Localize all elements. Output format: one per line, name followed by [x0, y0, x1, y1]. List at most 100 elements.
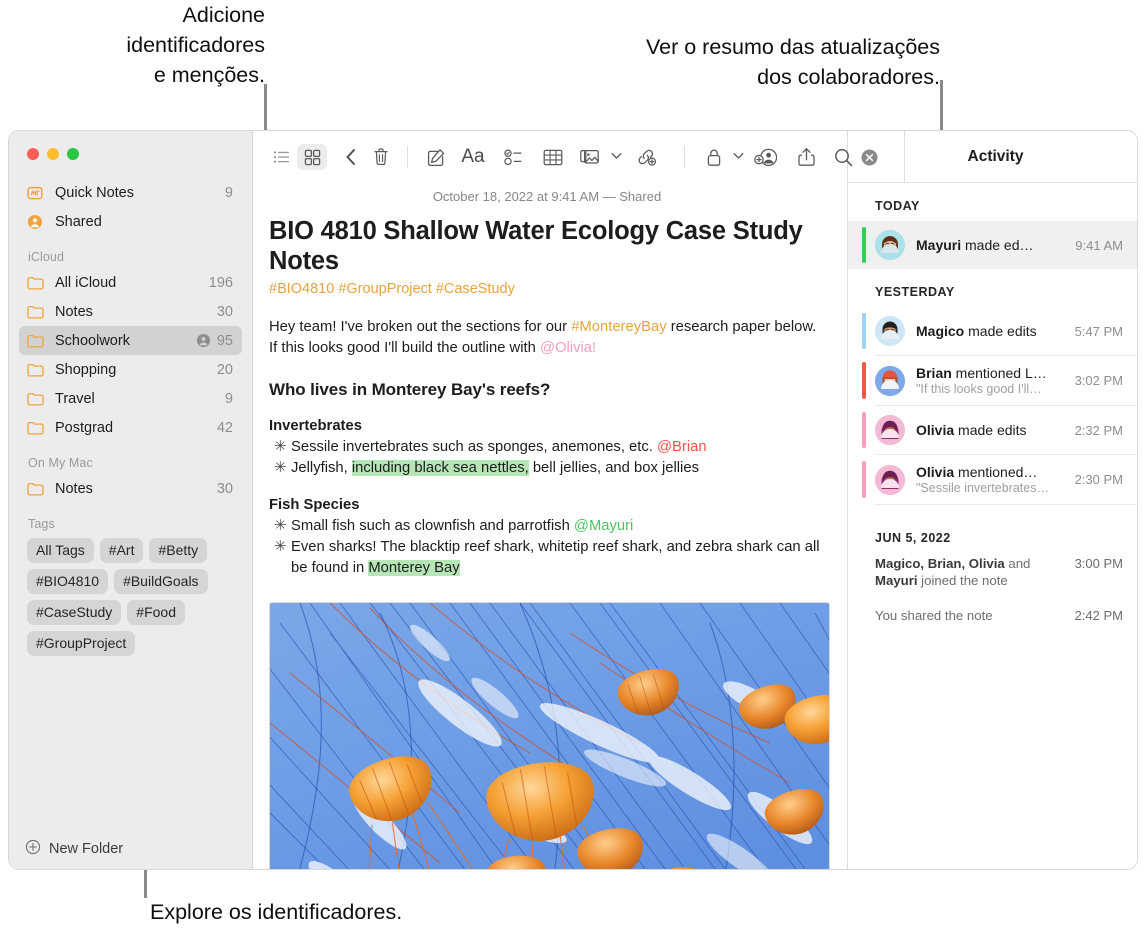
avatar [875, 415, 905, 445]
new-folder-button[interactable]: New Folder [9, 829, 252, 869]
maximize-button[interactable] [67, 148, 79, 160]
tag-chip-food[interactable]: #Food [127, 600, 185, 625]
mention-brian[interactable]: @Brian [657, 439, 707, 455]
checklist-icon[interactable] [493, 144, 533, 170]
activity-joined-text: Magico, Brian, Olivia and Mayuri joined … [875, 555, 1067, 589]
add-collaborator-icon[interactable] [744, 144, 786, 170]
format-aa-icon[interactable]: Aa [453, 144, 493, 170]
activity-shared-text: You shared the note [875, 607, 1067, 624]
sidebar-item-quick-notes[interactable]: Quick Notes 9 [19, 178, 242, 207]
note-body[interactable]: October 18, 2022 at 9:41 AM — Shared BIO… [253, 183, 847, 869]
activity-item-action: made ed… [961, 237, 1033, 253]
sidebar-item-notes-local[interactable]: Notes 30 [19, 474, 242, 503]
activity-header-divider [904, 131, 905, 183]
sidebar-item-all-icloud[interactable]: All iCloud 196 [19, 268, 242, 297]
notes-window: Quick Notes 9 Shared [8, 130, 1138, 870]
activity-joined-mid: and [1005, 556, 1031, 571]
tag-chip-betty[interactable]: #Betty [149, 538, 207, 563]
activity-color-bar [862, 412, 866, 448]
lock-icon[interactable] [699, 144, 729, 170]
folder-icon [27, 334, 47, 348]
link-add-icon[interactable] [622, 144, 670, 170]
activity-item-time: 3:00 PM [1075, 555, 1123, 572]
activity-title: Activity [848, 148, 1137, 166]
share-icon[interactable] [786, 144, 826, 170]
sidebar-item-notes-icloud[interactable]: Notes 30 [19, 297, 242, 326]
toolbar-divider [407, 146, 408, 168]
sidebar-item-label: Notes [55, 304, 211, 320]
activity-item-quote: "If this looks good I'll… [916, 382, 1067, 396]
sidebar-item-schoolwork[interactable]: Schoolwork 95 [19, 326, 242, 355]
folder-icon [27, 421, 47, 435]
activity-item-joined-note: Magico, Brian, Olivia and Mayuri joined … [848, 553, 1137, 599]
activity-joined-name2: Mayuri [875, 573, 918, 588]
list-view-icon[interactable] [267, 144, 297, 170]
shared-folder-badge-icon [196, 333, 211, 348]
intro-part1: Hey team! I've broken out the sections f… [269, 319, 571, 335]
bullet-text: Sessile invertebrates such as sponges, a… [291, 439, 657, 455]
list-item: ✳ Small fish such as clownfish and parro… [269, 516, 825, 537]
sidebar-item-count: 42 [217, 420, 233, 436]
compose-icon[interactable] [419, 144, 453, 170]
activity-item-time: 3:02 PM [1075, 373, 1123, 388]
sidebar-item-label: All iCloud [55, 275, 203, 291]
gallery-view-icon[interactable] [297, 144, 327, 170]
close-button[interactable] [27, 148, 39, 160]
activity-item-olivia-edits[interactable]: Olivia made edits 2:32 PM [848, 406, 1137, 454]
media-chevron-down-icon[interactable] [611, 152, 622, 163]
quick-note-icon [27, 185, 47, 201]
activity-item-time: 2:42 PM [1075, 607, 1123, 624]
back-chevron-icon[interactable] [336, 144, 366, 170]
tag-chip-casestudy[interactable]: #CaseStudy [27, 600, 121, 625]
folder-icon [27, 305, 47, 319]
activity-item-time: 2:30 PM [1075, 472, 1123, 487]
bullet-star-icon: ✳ [269, 437, 291, 458]
note-intro-paragraph: Hey team! I've broken out the sections f… [269, 299, 825, 359]
activity-item-olivia-mentioned[interactable]: Olivia mentioned… "Sessile invertebrates… [848, 455, 1137, 504]
tag-chip-groupproject[interactable]: #GroupProject [27, 631, 135, 656]
table-icon[interactable] [533, 144, 573, 170]
activity-item-brian-mentioned[interactable]: Brian mentioned L… "If this looks good I… [848, 356, 1137, 405]
note-pane: Aa [253, 131, 847, 869]
activity-item-magico-edits[interactable]: Magico made edits 5:47 PM [848, 307, 1137, 355]
activity-item-text: Brian mentioned L… "If this looks good I… [916, 365, 1067, 396]
lock-chevron-down-icon[interactable] [733, 152, 744, 163]
mention-olivia[interactable]: @Olivia! [540, 340, 596, 356]
sidebar-item-label: Shopping [55, 362, 211, 378]
activity-item-name: Brian [916, 365, 952, 381]
activity-item-line1: Magico made edits [916, 323, 1067, 339]
callout-view-activity: Ver o resumo das atualizações dos colabo… [520, 32, 940, 92]
activity-item-line1: Olivia made edits [916, 422, 1067, 438]
note-title: BIO 4810 Shallow Water Ecology Case Stud… [269, 216, 825, 276]
activity-color-bar [862, 227, 866, 263]
note-date: October 18, 2022 at 9:41 AM — Shared [269, 183, 825, 216]
sidebar-item-shopping[interactable]: Shopping 20 [19, 355, 242, 384]
minimize-button[interactable] [47, 148, 59, 160]
avatar [875, 465, 905, 495]
sidebar-item-shared[interactable]: Shared [19, 207, 242, 236]
folder-icon [27, 363, 47, 377]
activity-item-action: made edits [964, 323, 1036, 339]
media-icon[interactable] [573, 144, 609, 170]
close-icon[interactable] [861, 149, 878, 171]
sidebar-item-postgrad[interactable]: Postgrad 42 [19, 413, 242, 442]
activity-item-line1: Olivia mentioned… [916, 464, 1067, 480]
jellyfish-photo[interactable] [269, 602, 830, 869]
avatar [875, 230, 905, 260]
activity-item-you-shared: You shared the note 2:42 PM [848, 599, 1137, 634]
mention-mayuri[interactable]: @Mayuri [574, 518, 633, 534]
tag-chip-art[interactable]: #Art [100, 538, 144, 563]
inline-tag-montereybay[interactable]: #MontereyBay [571, 319, 666, 335]
sidebar-item-travel[interactable]: Travel 9 [19, 384, 242, 413]
activity-item-mayuri-edits[interactable]: Mayuri made ed… 9:41 AM [848, 221, 1137, 269]
list-item: ✳ Even sharks! The blacktip reef shark, … [269, 537, 825, 579]
activity-list: TODAY [848, 183, 1137, 869]
sidebar-item-count: 9 [225, 391, 233, 407]
activity-panel: Activity TODAY [847, 131, 1137, 869]
tag-chip-buildgoals[interactable]: #BuildGoals [114, 569, 208, 594]
tag-chip-all-tags[interactable]: All Tags [27, 538, 94, 563]
shared-person-icon [27, 214, 47, 230]
activity-group-yesterday: YESTERDAY [848, 269, 1137, 307]
trash-icon[interactable] [366, 144, 396, 170]
tag-chip-bio4810[interactable]: #BIO4810 [27, 569, 108, 594]
